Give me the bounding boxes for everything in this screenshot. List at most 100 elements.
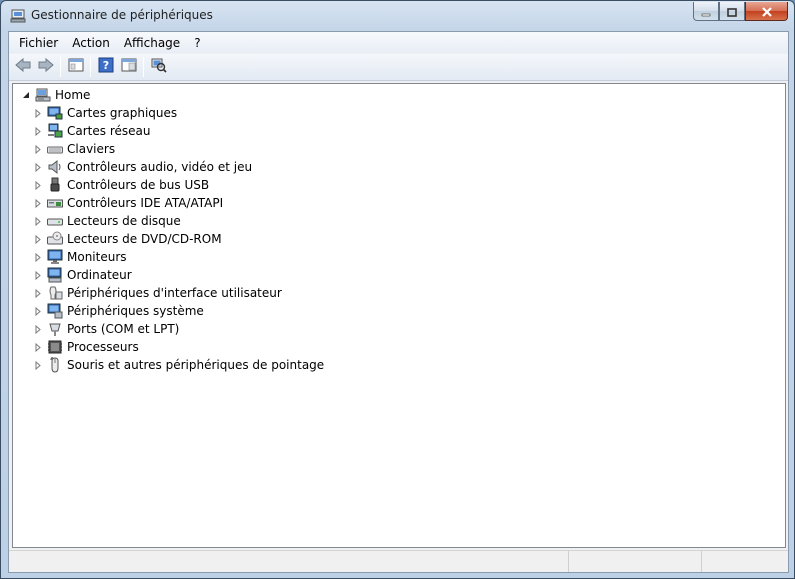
collapsed-arrow-icon[interactable]: [33, 324, 42, 334]
status-pane-secondary: [569, 551, 702, 572]
tree-root-label: Home: [55, 88, 91, 102]
expanded-arrow-icon[interactable]: [21, 91, 30, 100]
tree-item[interactable]: Cartes graphiques: [33, 104, 177, 122]
collapsed-arrow-icon[interactable]: [33, 180, 42, 190]
status-bar: [9, 550, 788, 572]
menu-help[interactable]: ?: [187, 33, 207, 53]
device-tree[interactable]: Home Cartes graphiques Cartes réseau Clavi…: [12, 83, 786, 548]
dvd-drive-icon: [47, 231, 63, 247]
collapsed-arrow-icon[interactable]: [33, 360, 42, 370]
tree-item[interactable]: Périphériques d'interface utilisateur: [33, 284, 282, 302]
close-button[interactable]: [745, 2, 788, 21]
tree-item[interactable]: Ordinateur: [33, 266, 132, 284]
toolbar-separator: [143, 57, 144, 77]
show-hide-console-tree-button[interactable]: [64, 56, 87, 78]
menu-action[interactable]: Action: [65, 33, 117, 53]
back-arrow-icon: [14, 57, 32, 77]
tree-item-label: Ports (COM et LPT): [67, 322, 180, 336]
tree-item-label: Cartes réseau: [67, 124, 151, 138]
collapsed-arrow-icon[interactable]: [33, 144, 42, 154]
collapsed-arrow-icon[interactable]: [33, 162, 42, 172]
tree-item-label: Contrôleurs audio, vidéo et jeu: [67, 160, 253, 174]
tree-item-label: Ordinateur: [67, 268, 132, 282]
display-adapter-icon: [47, 105, 63, 121]
svg-text:?: ?: [102, 59, 108, 72]
toolbar: ?: [9, 54, 788, 81]
back-button[interactable]: [11, 56, 34, 78]
ide-controller-icon: [47, 195, 63, 211]
tree-item-label: Cartes graphiques: [67, 106, 178, 120]
close-icon: [761, 2, 773, 21]
collapsed-arrow-icon[interactable]: [33, 270, 42, 280]
collapsed-arrow-icon[interactable]: [33, 252, 42, 262]
tree-item-label: Souris et autres périphériques de pointa…: [67, 358, 325, 372]
forward-button[interactable]: [34, 56, 57, 78]
tree-item-label: Processeurs: [67, 340, 139, 354]
collapsed-arrow-icon[interactable]: [33, 234, 42, 244]
disk-drive-icon: [47, 213, 63, 229]
speaker-icon: [47, 159, 63, 175]
device-manager-icon: [10, 8, 26, 24]
toolbar-separator: [90, 57, 91, 77]
network-adapter-icon: [47, 123, 63, 139]
tree-item[interactable]: Contrôleurs de bus USB: [33, 176, 209, 194]
maximize-icon: [727, 2, 737, 21]
tree-item[interactable]: Contrôleurs IDE ATA/ATAPI: [33, 194, 223, 212]
tree-item-label: Périphériques d'interface utilisateur: [67, 286, 282, 300]
client-area: Fichier Action Affichage ? ? Home Cartes…: [8, 31, 789, 573]
tree-item[interactable]: Claviers: [33, 140, 115, 158]
tree-item[interactable]: Ports (COM et LPT): [33, 320, 179, 338]
minimize-icon: [701, 2, 711, 21]
status-pane-main: [9, 551, 569, 572]
scan-hardware-icon: [151, 57, 167, 77]
keyboard-icon: [47, 141, 63, 157]
console-tree-icon: [68, 57, 84, 77]
help-icon: ?: [98, 57, 114, 77]
forward-arrow-icon: [37, 57, 55, 77]
collapsed-arrow-icon[interactable]: [33, 342, 42, 352]
tree-item-label: Périphériques système: [67, 304, 204, 318]
tree-item[interactable]: Périphériques système: [33, 302, 204, 320]
device-manager-window: Gestionnaire de périphériques Fichier Ac…: [0, 0, 795, 579]
caption-buttons: [693, 2, 788, 21]
help-button[interactable]: ?: [94, 56, 117, 78]
computer-icon: [47, 267, 63, 283]
mouse-icon: [47, 357, 63, 373]
collapsed-arrow-icon[interactable]: [33, 288, 42, 298]
menu-fichier[interactable]: Fichier: [12, 33, 65, 53]
port-icon: [47, 321, 63, 337]
collapsed-arrow-icon[interactable]: [33, 198, 42, 208]
tree-item[interactable]: Cartes réseau: [33, 122, 150, 140]
collapsed-arrow-icon[interactable]: [33, 108, 42, 118]
tree-item-label: Contrôleurs IDE ATA/ATAPI: [67, 196, 224, 210]
collapsed-arrow-icon[interactable]: [33, 306, 42, 316]
tree-item-label: Contrôleurs de bus USB: [67, 178, 210, 192]
tree-root[interactable]: Home: [21, 86, 90, 104]
collapsed-arrow-icon[interactable]: [33, 216, 42, 226]
tree-item[interactable]: Contrôleurs audio, vidéo et jeu: [33, 158, 252, 176]
system-devices-icon: [47, 303, 63, 319]
title-bar[interactable]: Gestionnaire de périphériques: [1, 1, 794, 31]
tree-item[interactable]: Processeurs: [33, 338, 139, 356]
tree-item[interactable]: Lecteurs de disque: [33, 212, 181, 230]
tree-item-label: Claviers: [67, 142, 116, 156]
menu-bar: Fichier Action Affichage ?: [9, 32, 788, 53]
properties-pane-button[interactable]: [117, 56, 140, 78]
tree-item[interactable]: Souris et autres périphériques de pointa…: [33, 356, 324, 374]
processor-icon: [47, 339, 63, 355]
status-pane-tertiary: [702, 551, 788, 572]
hid-icon: [47, 285, 63, 301]
properties-pane-icon: [121, 57, 137, 77]
tree-item[interactable]: Moniteurs: [33, 248, 127, 266]
menu-affichage[interactable]: Affichage: [117, 33, 187, 53]
monitor-icon: [47, 249, 63, 265]
scan-hardware-button[interactable]: [147, 56, 170, 78]
computer-icon: [35, 87, 51, 103]
tree-item-label: Lecteurs de disque: [67, 214, 181, 228]
maximize-button[interactable]: [719, 2, 745, 21]
collapsed-arrow-icon[interactable]: [33, 126, 42, 136]
tree-item-label: Moniteurs: [67, 250, 127, 264]
tree-item[interactable]: Lecteurs de DVD/CD-ROM: [33, 230, 222, 248]
toolbar-separator: [60, 57, 61, 77]
minimize-button[interactable]: [693, 2, 719, 21]
